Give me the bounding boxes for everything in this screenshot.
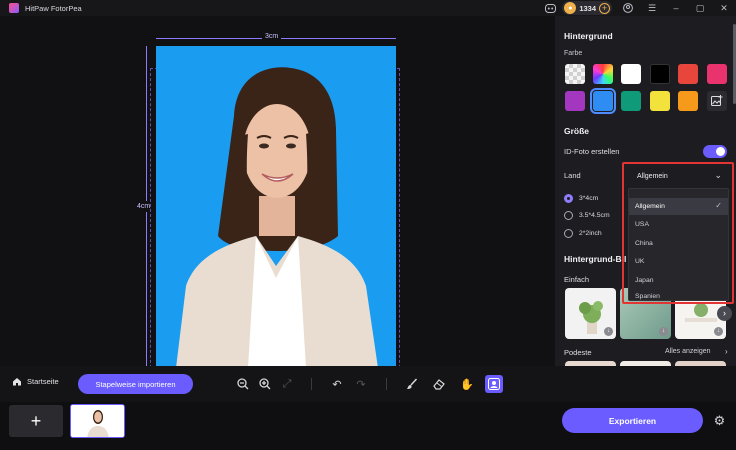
podest-label: Podeste [564,348,592,357]
id-photo-tool-icon[interactable] [485,375,503,393]
minimize-icon[interactable]: – [664,0,688,16]
width-dimension-label: 3cm [262,33,282,40]
zoom-out-icon[interactable] [234,375,252,393]
chevron-down-icon: ⌄ [714,170,722,180]
coin-icon: ● [564,2,577,14]
app-title: HitPaw FotorPea [25,3,82,13]
eraser-icon[interactable] [430,375,448,393]
simple-label: Einfach [564,275,590,284]
title-bar: HitPaw FotorPea ● 1334 + ☰ – ▢ ✕ [0,0,736,16]
add-credits-icon[interactable]: + [599,2,610,14]
bottom-strip: + Exportieren ⚙ [0,402,736,450]
add-image-button[interactable]: + [9,405,63,437]
podest-thumb-1[interactable] [565,361,616,366]
undo-icon[interactable]: ↶ [328,375,346,393]
swatch-blue-selected[interactable] [590,88,616,114]
credits-count: 1334 [579,3,596,13]
country-option-label: China [635,240,653,247]
swatch-black[interactable] [650,64,670,84]
country-option-label: Japan [635,277,654,284]
export-button[interactable]: Exportieren [562,408,703,433]
country-option-label: Allgemein [635,203,665,210]
brush-icon[interactable] [403,375,421,393]
menu-icon[interactable]: ☰ [640,0,664,16]
bottom-toolbar: Startseite Stapelweise importieren ⤢ ↶ ↷… [0,366,555,402]
swatch-red[interactable] [678,64,698,84]
toolbar-divider [311,378,312,390]
color-label: Farbe [564,50,583,57]
height-dimension-label: 4cm [137,201,151,212]
country-option-uk[interactable]: UK [629,253,728,270]
country-label: Land [564,171,581,180]
check-icon: ✓ [715,201,722,210]
country-option-label: UK [635,258,645,265]
background-image-title: Hintergrund-Bil [564,254,627,264]
gear-icon[interactable]: ⚙ [711,412,728,429]
country-option-china[interactable]: China [629,235,728,252]
swatch-yellow[interactable] [650,91,670,111]
discord-icon[interactable] [538,0,562,16]
swatch-rainbow[interactable] [593,64,613,84]
country-option-allgemein[interactable]: Allgemein ✓ [629,198,728,215]
next-arrow-icon[interactable]: › [717,306,732,321]
close-icon[interactable]: ✕ [712,0,736,16]
id-photo-preview[interactable] [156,46,396,368]
credits-badge[interactable]: ● 1334 + [562,1,612,15]
show-all-link[interactable]: Alles anzeigen [665,348,711,355]
bg-thumb-plant[interactable]: ↓ [565,288,616,339]
country-dropdown-value: Allgemein [637,172,668,180]
chevron-right-icon[interactable]: › [725,347,728,356]
size-label-3x4: 3*4cm [579,195,599,202]
app-logo-icon [9,3,19,13]
toolbar-divider [386,378,387,390]
size-radio-3x4[interactable] [564,194,573,203]
swatch-teal[interactable] [621,91,641,111]
size-label-2x2: 2*2inch [579,230,602,237]
country-dropdown-list: Allgemein ✓ USA China UK Japan Spanien [628,188,729,301]
size-label-3.5x4.5: 3.5*4.5cm [579,212,610,219]
batch-import-button[interactable]: Stapelweise importieren [78,374,193,394]
home-label: Startseite [27,377,59,386]
podest-thumb-3[interactable] [675,361,726,366]
download-icon[interactable]: ↓ [604,327,613,336]
export-label: Exportieren [608,415,657,426]
hand-icon[interactable]: ✋ [458,375,476,393]
country-option-spanien[interactable]: Spanien [629,291,728,301]
size-title: Größe [564,126,590,136]
fit-screen-icon[interactable]: ⤢ [278,375,296,393]
redo-icon[interactable]: ↷ [352,375,370,393]
podest-thumb-2[interactable] [620,361,671,366]
country-dropdown[interactable]: Allgemein ⌄ [628,166,729,186]
swatch-transparent[interactable] [565,64,585,84]
size-radio-2x2[interactable] [564,229,573,238]
swatch-white[interactable] [621,64,641,84]
zoom-in-icon[interactable] [256,375,274,393]
home-button[interactable]: Startseite [12,377,59,386]
country-option-label: USA [635,221,649,228]
custom-image-icon[interactable] [707,91,727,111]
country-option-japan[interactable]: Japan [629,272,728,289]
editor-canvas[interactable]: 3cm 4cm [0,16,555,378]
swatch-orange[interactable] [678,91,698,111]
background-title: Hintergrund [564,31,613,41]
home-icon [13,378,21,386]
settings-panel: Hintergrund Farbe Größe ID-Foto erstelle… [555,16,736,366]
maximize-icon[interactable]: ▢ [688,0,712,16]
download-icon[interactable]: ↓ [714,327,723,336]
country-option-label: Spanien [635,292,660,300]
size-radio-3.5x4.5[interactable] [564,211,573,220]
download-icon[interactable]: ↓ [659,327,668,336]
swatch-pink[interactable] [707,64,727,84]
id-photo-label: ID-Foto erstellen [564,147,620,156]
batch-import-label: Stapelweise importieren [95,379,176,389]
country-option-usa[interactable]: USA [629,216,728,233]
image-thumbnail[interactable] [70,404,125,438]
id-photo-toggle[interactable] [703,145,727,158]
swatch-purple[interactable] [565,91,585,111]
account-icon[interactable] [616,0,640,16]
